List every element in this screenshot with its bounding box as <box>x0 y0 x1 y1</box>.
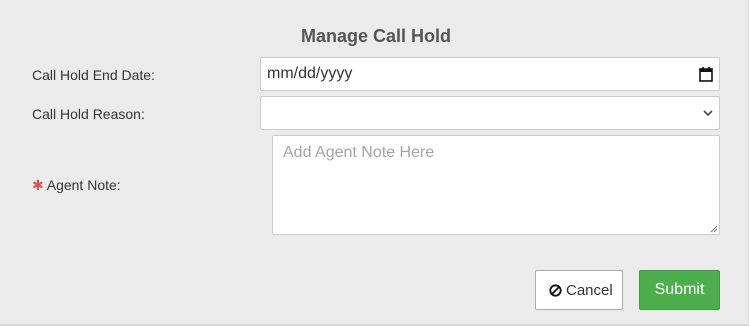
end-date-label: Call Hold End Date: <box>32 67 155 83</box>
cancel-button[interactable]: Cancel <box>535 270 623 310</box>
resize-handle-icon[interactable] <box>710 225 718 233</box>
submit-button[interactable]: Submit <box>639 270 720 310</box>
ban-icon <box>549 284 562 297</box>
reason-label: Call Hold Reason: <box>32 106 145 122</box>
chevron-down-icon <box>703 110 713 117</box>
agent-note-textarea[interactable]: Add Agent Note Here <box>272 135 720 235</box>
end-date-input[interactable]: mm/dd/yyyy <box>260 57 720 91</box>
cancel-label: Cancel <box>566 282 613 299</box>
submit-label: Submit <box>654 281 705 298</box>
required-asterisk-icon: ✱ <box>32 177 44 193</box>
agent-note-placeholder: Add Agent Note Here <box>283 144 435 161</box>
agent-note-label: ✱ Agent Note: <box>32 177 121 194</box>
agent-note-label-text: Agent Note: <box>46 177 121 193</box>
end-date-value: mm/dd/yyyy <box>267 65 353 82</box>
reason-select[interactable] <box>260 96 720 130</box>
page-title: Manage Call Hold <box>300 26 452 46</box>
calendar-icon[interactable] <box>699 66 713 82</box>
manage-call-hold-panel: Manage Call Hold Call Hold End Date: mm/… <box>0 0 749 326</box>
